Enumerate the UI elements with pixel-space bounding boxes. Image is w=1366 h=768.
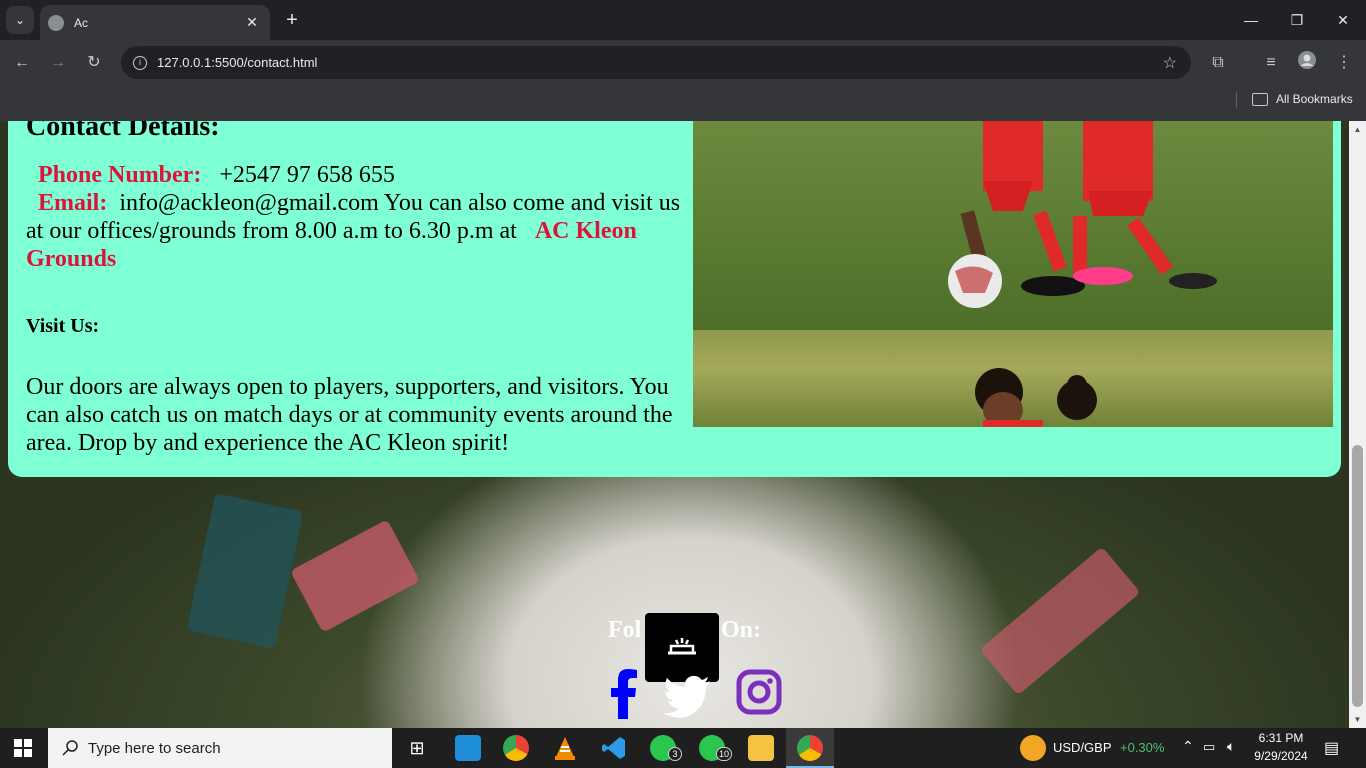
search-placeholder: Type here to search (88, 739, 221, 757)
media-control-icon[interactable]: ≡ (1258, 50, 1284, 76)
reload-button[interactable]: ↻ (81, 50, 107, 76)
follow-label-part2: On: (721, 617, 762, 643)
battery-icon[interactable]: ▭ (1203, 739, 1215, 755)
back-button[interactable]: ← (9, 50, 35, 76)
contact-card: Contact Details: Phone Number: +2547 97 … (8, 121, 1341, 477)
contact-text: Phone Number: +2547 97 658 655 Email: in… (26, 161, 696, 273)
menu-kebab-icon[interactable]: ⋮ (1331, 50, 1357, 76)
ball-red-panel-2 (979, 546, 1141, 696)
clock-date[interactable]: 9/29/2024 (1252, 749, 1310, 763)
new-tab-button[interactable]: + (280, 8, 304, 32)
facebook-icon[interactable] (608, 669, 640, 724)
chevron-up-icon[interactable]: ⌃ (1182, 738, 1194, 755)
phone-value: +2547 97 658 655 (219, 162, 395, 188)
twitter-icon[interactable] (662, 669, 712, 724)
site-info-icon[interactable]: i (133, 55, 147, 70)
vlc-icon[interactable] (552, 735, 578, 761)
bookmarks-divider (1236, 92, 1237, 108)
close-window-button[interactable]: ✕ (1320, 6, 1366, 34)
scrollbar-thumb[interactable] (1352, 445, 1363, 707)
search-icon (62, 740, 78, 756)
globe-icon (48, 14, 64, 31)
windows-taskbar: Type here to search ⊞ 3 10 USD/GBP +0.30… (0, 728, 1366, 768)
whatsapp-badge-2: 10 (716, 747, 733, 761)
whatsapp-badge: 3 (668, 747, 682, 761)
contact-title: Contact Details: (26, 121, 220, 142)
task-view-icon[interactable]: ⊞ (404, 735, 430, 761)
extensions-icon[interactable]: ⧉ (1205, 50, 1231, 76)
taskbar-search[interactable]: Type here to search (48, 728, 392, 768)
close-tab-icon[interactable]: ✕ (242, 14, 262, 31)
phone-label: Phone Number: (38, 162, 202, 188)
girls-photo (693, 330, 1333, 427)
folder-icon (1252, 93, 1268, 106)
address-bar[interactable]: i 127.0.0.1:5500/contact.html ☆ (121, 46, 1191, 79)
restore-button[interactable]: ❐ (1274, 6, 1320, 34)
clock-time[interactable]: 6:31 PM (1258, 731, 1304, 745)
browser-tab[interactable]: Ac ✕ (40, 5, 270, 40)
currency-pair[interactable]: USD/GBP (1053, 740, 1112, 755)
vscode-icon[interactable] (601, 735, 627, 761)
ball-teal-panel (186, 493, 304, 649)
coins-icon (1020, 735, 1046, 761)
tab-search-button[interactable]: ⌄ (6, 6, 34, 34)
page-viewport: Contact Details: Phone Number: +2547 97 … (0, 121, 1349, 728)
tab-strip: ⌄ Ac ✕ + — ❐ ✕ (0, 0, 1366, 40)
tab-title: Ac (74, 15, 89, 30)
all-bookmarks-link[interactable]: All Bookmarks (1276, 92, 1353, 106)
app-icon-blue[interactable] (455, 735, 481, 761)
scroll-up-arrow[interactable]: ▲ (1353, 125, 1362, 134)
visit-title: Visit Us: (26, 315, 100, 337)
follow-label-part1: Fol (608, 617, 642, 643)
scroll-down-arrow[interactable]: ▼ (1353, 715, 1362, 724)
bookmarks-bar: All Bookmarks (0, 85, 1366, 121)
profile-avatar[interactable] (1294, 50, 1320, 76)
windows-start-icon[interactable] (14, 739, 32, 757)
chrome-icon-active (797, 735, 823, 761)
page-scrollbar[interactable]: ▲ ▼ (1349, 121, 1366, 728)
email-label: Email: (38, 190, 108, 216)
minimize-button[interactable]: — (1228, 6, 1274, 34)
notifications-icon[interactable]: ▤ (1324, 738, 1339, 758)
players-photo (693, 121, 1333, 330)
bookmark-star-icon[interactable]: ☆ (1163, 53, 1177, 73)
instagram-icon[interactable] (736, 669, 782, 720)
visit-body: Our doors are always open to players, su… (26, 374, 673, 456)
volume-icon[interactable]: 🔈︎ (1227, 738, 1235, 755)
url-text: 127.0.0.1:5500/contact.html (157, 55, 318, 70)
chrome-icon[interactable] (503, 735, 529, 761)
email-value: info@ackleon@gmail.com (119, 190, 379, 216)
browser-toolbar: ← → ↻ i 127.0.0.1:5500/contact.html ☆ ⧉ … (0, 40, 1366, 85)
active-chrome-taskbar-button[interactable] (786, 728, 834, 768)
ball-red-panel (290, 519, 420, 633)
forward-button[interactable]: → (45, 50, 71, 76)
currency-change: +0.30% (1120, 740, 1165, 755)
file-explorer-icon[interactable] (748, 735, 774, 761)
